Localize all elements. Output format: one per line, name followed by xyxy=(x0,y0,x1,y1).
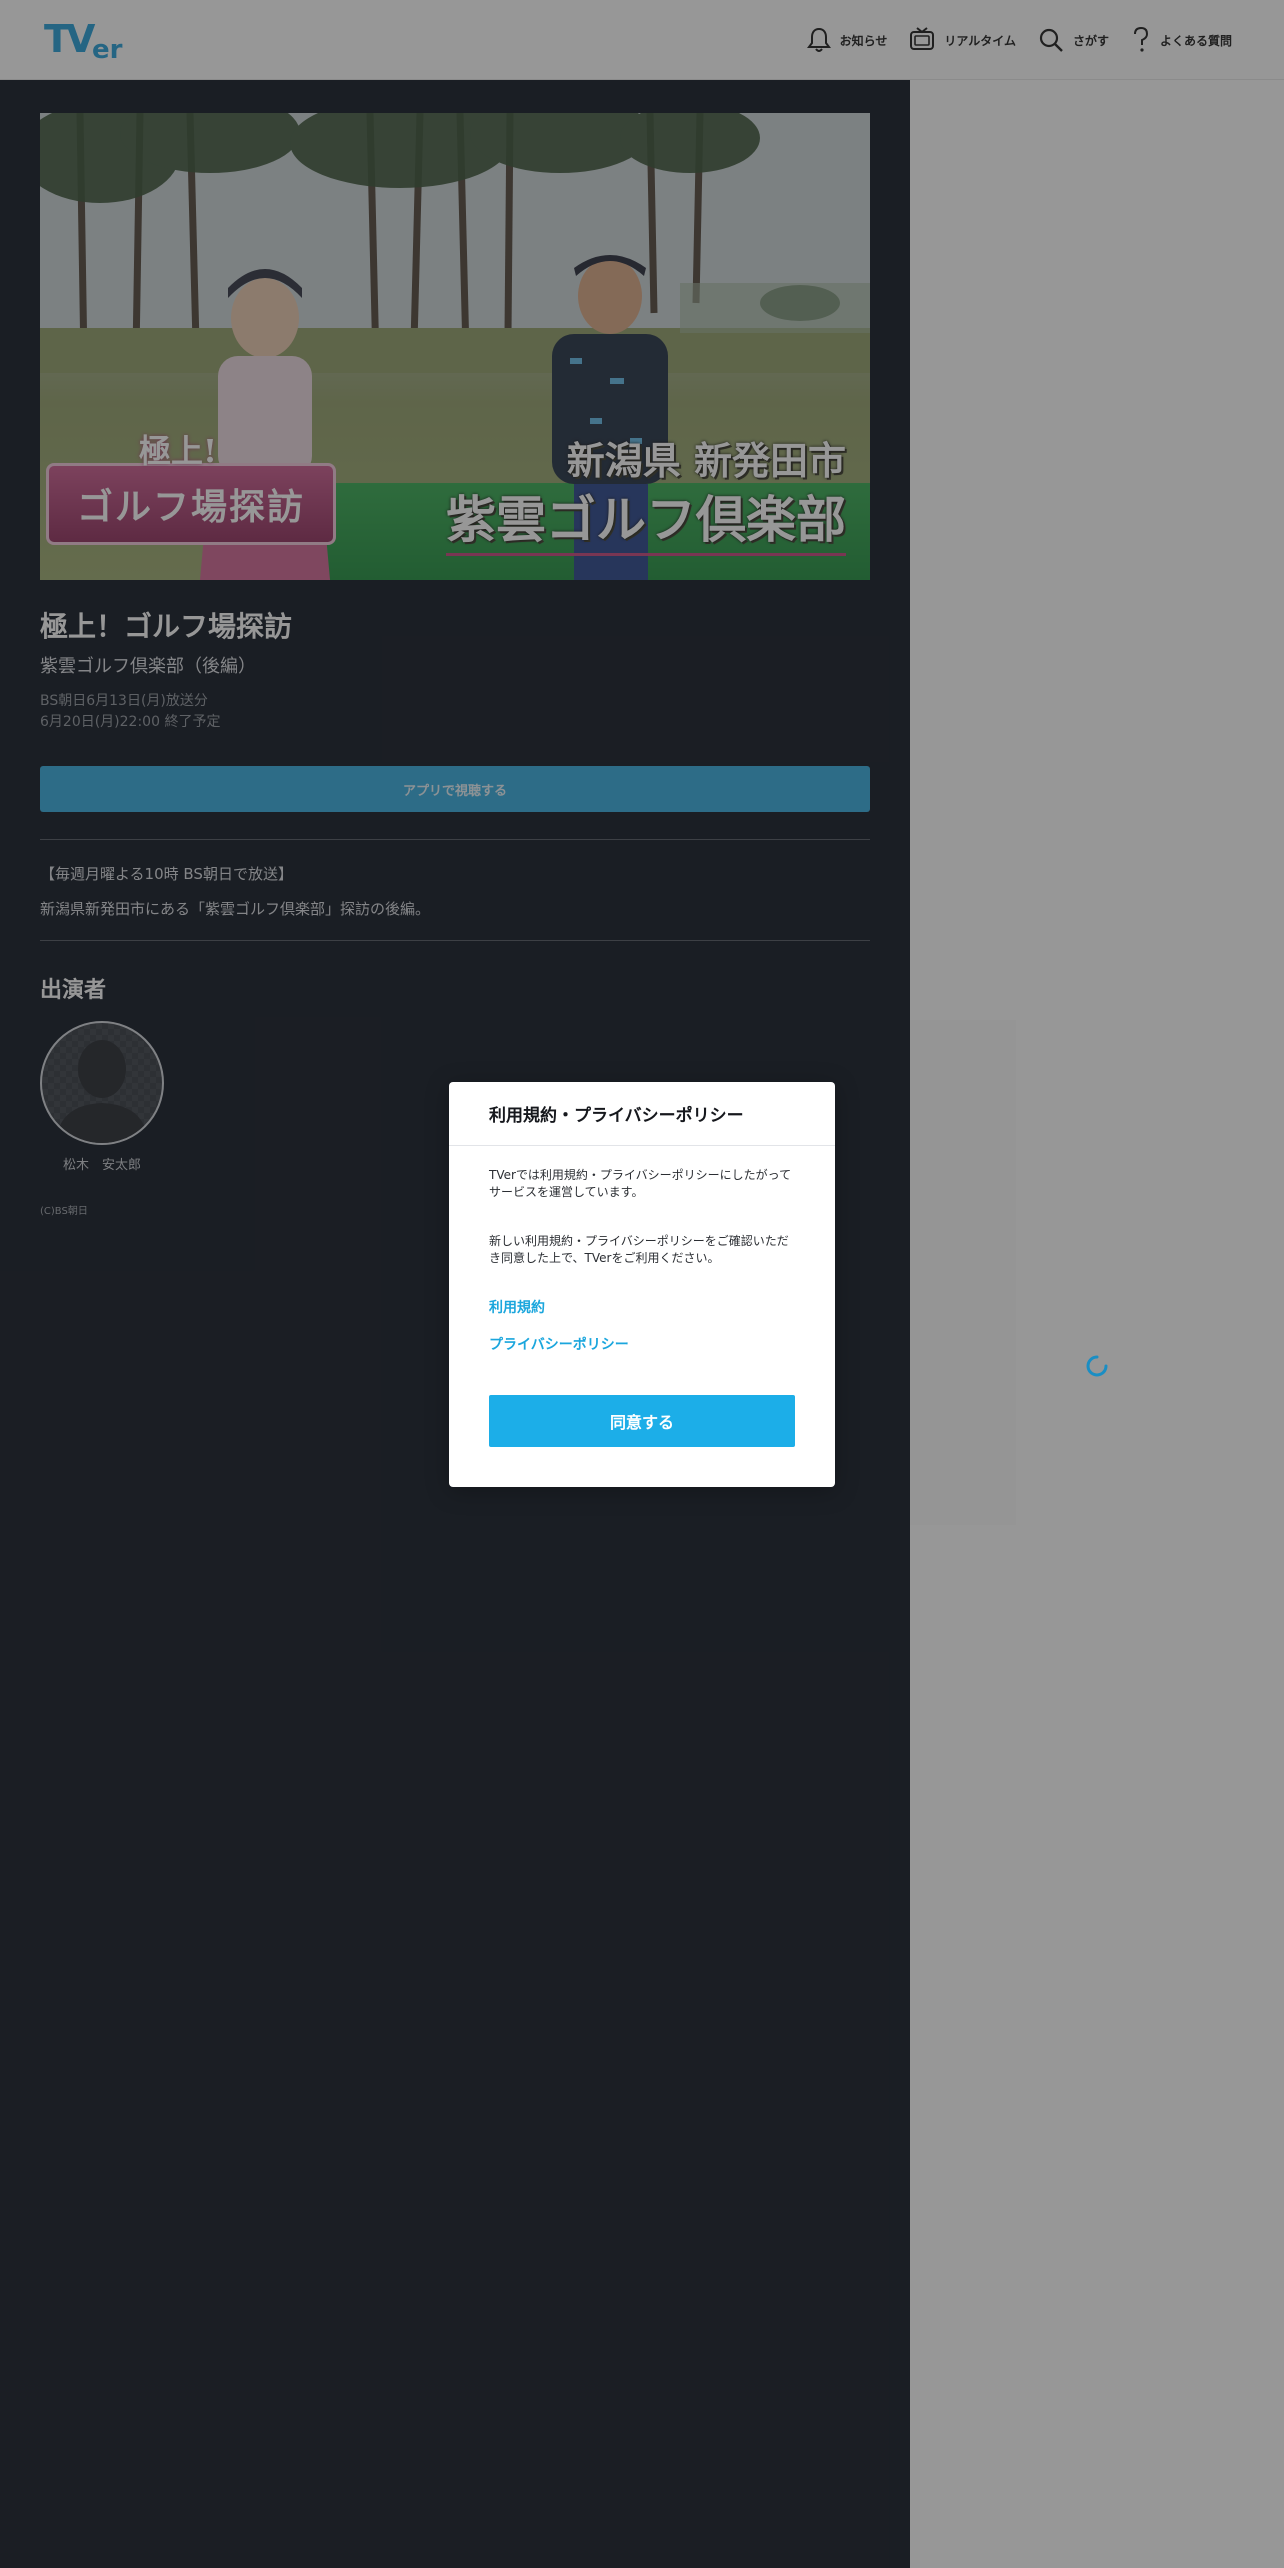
modal-text-1: TVerでは利用規約・プライバシーポリシーにしたがってサービスを運営しています。 xyxy=(489,1168,792,1199)
loading-spinner-icon xyxy=(1086,1355,1108,1377)
agree-button[interactable]: 同意する xyxy=(489,1395,795,1447)
terms-link[interactable]: 利用規約 xyxy=(489,1297,545,1317)
modal-text-2: 新しい利用規約・プライバシーポリシーをご確認いただき同意した上で、TVerをご利… xyxy=(489,1234,789,1265)
terms-modal: 利用規約・プライバシーポリシー TVerでは利用規約・プライバシーポリシーにした… xyxy=(449,1082,835,1487)
privacy-policy-link[interactable]: プライバシーポリシー xyxy=(489,1334,629,1354)
modal-title: 利用規約・プライバシーポリシー xyxy=(449,1082,835,1146)
